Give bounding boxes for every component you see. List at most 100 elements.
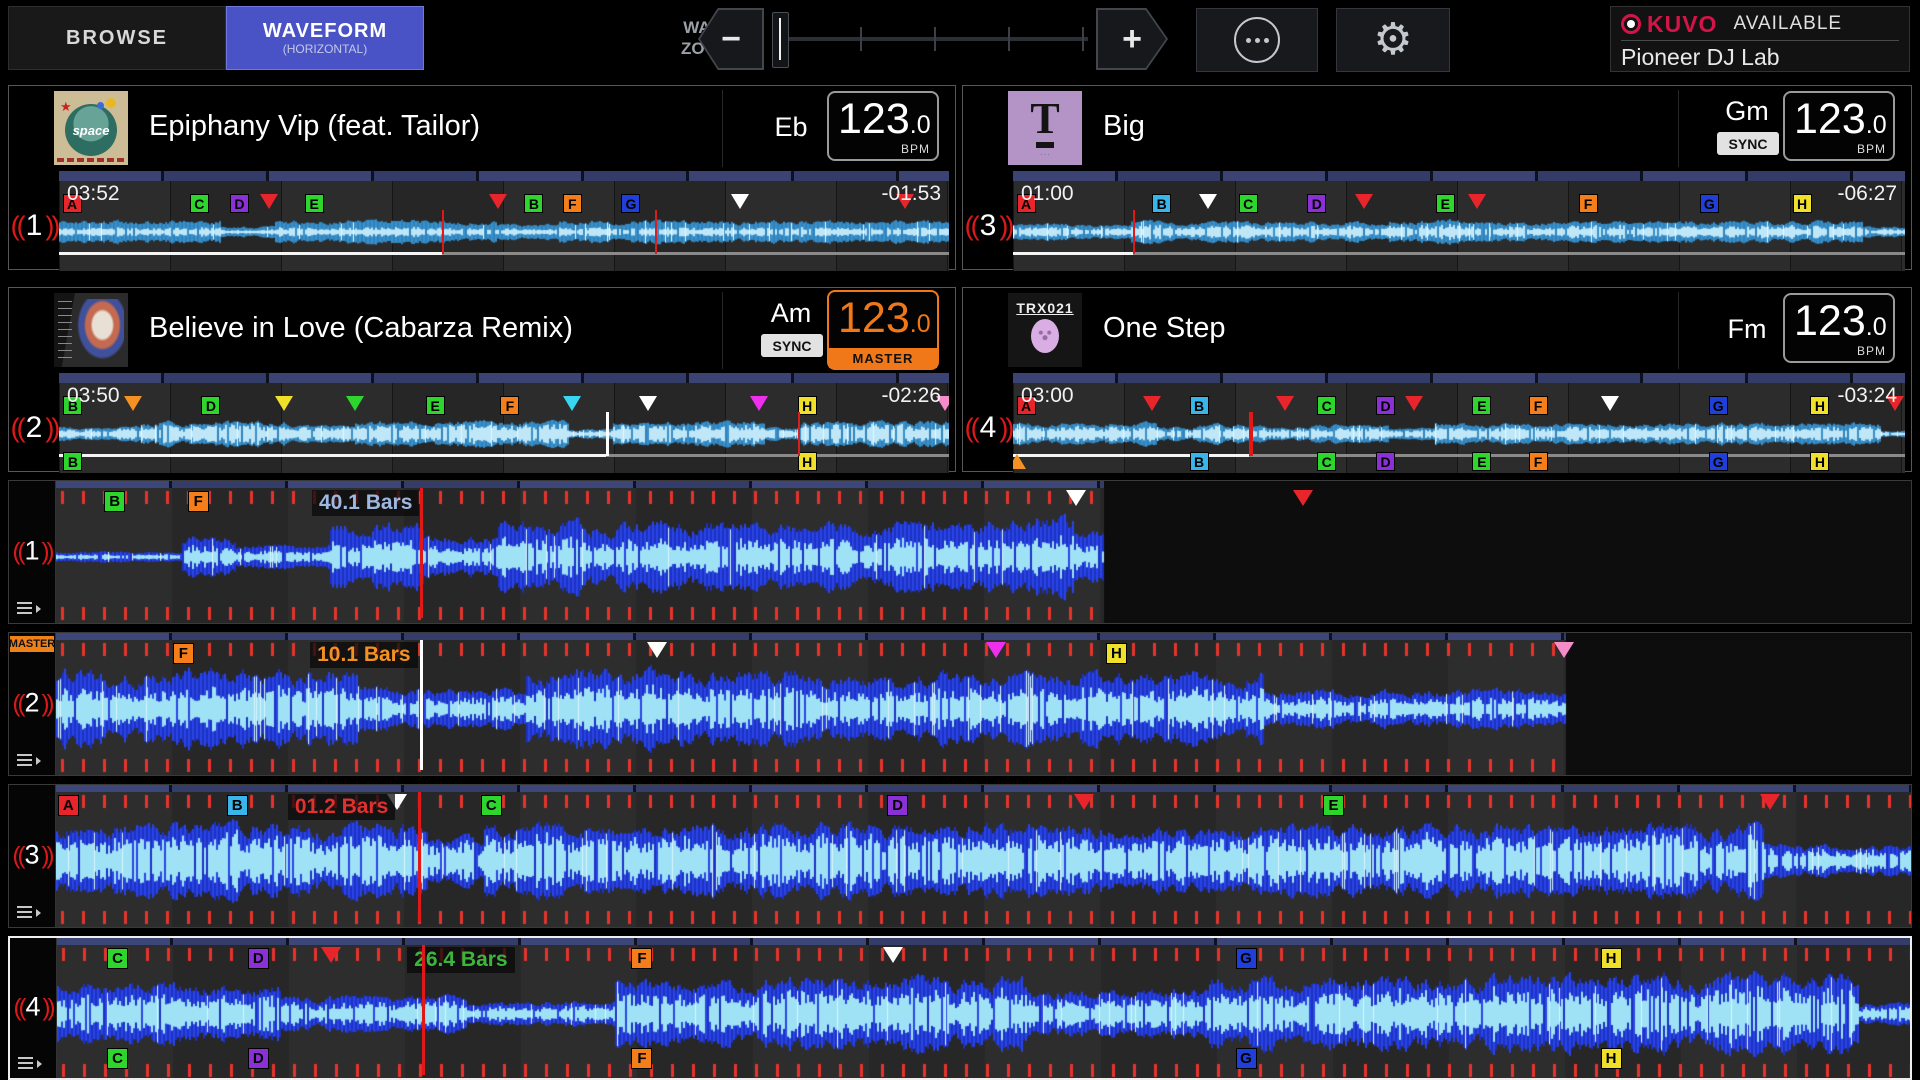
time-elapsed: 01:00: [1021, 182, 1074, 206]
big-waveform-panel-1[interactable]: ((1))BF40.1 Bars: [8, 480, 1912, 624]
deck-on-air-indicator: ((2)): [9, 383, 59, 473]
key-display: Am: [751, 298, 831, 329]
hot-cue-d: D: [1376, 396, 1395, 415]
big-waveform-area[interactable]: FH10.1 Bars: [56, 633, 1911, 775]
phrase-meter: [56, 481, 1104, 488]
hot-cue-b: B: [1190, 396, 1209, 415]
phrase-meter: [1013, 171, 1905, 181]
sync-badge[interactable]: SYNC: [761, 334, 823, 357]
master-badge: MASTER: [10, 636, 54, 652]
hot-cue-h: H: [1810, 396, 1829, 415]
hot-cue-f: F: [563, 194, 582, 213]
bars-counter: 40.1 Bars: [312, 490, 419, 516]
deck-panel-4[interactable]: TRX021One StepFm123.0BPM((4))03:00-03:24…: [962, 287, 1912, 472]
kuvo-panel[interactable]: KUVO AVAILABLE Pioneer DJ Lab: [1610, 6, 1910, 72]
on-air-paren-right: )): [45, 211, 57, 241]
deck-panel-3[interactable]: T· · ·BigGmSYNC123.0BPM ((3))01:00-06:27A…: [962, 85, 1912, 270]
memory-cue-marker: [563, 396, 581, 411]
deck-panel-2[interactable]: Believe in Love (Cabarza Remix)AmSYNC123…: [8, 287, 956, 472]
hot-cue-c: C: [107, 948, 128, 969]
big-waveform-canvas[interactable]: [57, 945, 1910, 1078]
phrase-meter: [59, 171, 949, 181]
tab-browse[interactable]: BROWSE: [8, 6, 226, 70]
deck-header: space★Epiphany Vip (feat. Tailor)Eb123.0…: [9, 86, 955, 171]
track-menu-button[interactable]: [17, 753, 43, 767]
hot-cue-d: D: [887, 795, 908, 816]
waveform-canvas[interactable]: [1013, 214, 1905, 250]
time-remaining: -01:53: [881, 182, 941, 206]
hot-cue-b-bottom: B: [1190, 452, 1209, 471]
big-waveform-deck-column: MASTER((2)): [9, 633, 56, 775]
hamburger-arrow-icon: [37, 1060, 42, 1068]
hot-cue-b: B: [227, 795, 248, 816]
header-divider: [1678, 292, 1679, 369]
phrase-meter: [59, 373, 949, 383]
big-waveform-area[interactable]: CDFGHCDFGH26.4 Bars: [57, 938, 1910, 1078]
wave-zoom-in-button[interactable]: +: [1096, 8, 1168, 70]
deck-panel-1[interactable]: space★Epiphany Vip (feat. Tailor)Eb123.0…: [8, 85, 956, 270]
track-menu-button[interactable]: [17, 601, 43, 615]
deck-number-indicator: ((3)): [9, 839, 55, 870]
big-waveform-panel-3[interactable]: ((3))ABCDE01.2 Bars: [8, 784, 1912, 928]
time-remaining: -02:26: [881, 384, 941, 408]
deck-waveform-body[interactable]: 03:00-03:24ABCDEFGHBCDEFGH: [1013, 383, 1905, 473]
big-waveform-area[interactable]: BF40.1 Bars: [56, 481, 1911, 623]
waveform-canvas[interactable]: [1013, 416, 1905, 452]
deck-number-digit: 3: [24, 839, 39, 869]
memory-cue-marker: [489, 194, 507, 209]
hot-cue-d: D: [1307, 194, 1326, 213]
settings-button[interactable]: ⚙: [1336, 8, 1450, 72]
tab-waveform-sublabel: (HORIZONTAL): [283, 42, 367, 56]
on-air-paren-right: )): [42, 690, 52, 717]
deck-number-digit: 1: [26, 209, 43, 242]
on-air-paren-left: ((: [965, 413, 977, 443]
memory-cue-marker: [1066, 490, 1086, 506]
big-waveform-panel-4[interactable]: ((4))CDFGHCDFGH26.4 Bars: [8, 936, 1912, 1080]
playhead-line: [418, 792, 421, 922]
memory-cue-marker: [1293, 490, 1313, 506]
memory-cue-marker: [986, 642, 1006, 658]
deck-number-digit: 4: [980, 411, 997, 444]
playhead-line: [420, 488, 423, 618]
gear-icon: ⚙: [1373, 18, 1412, 62]
wave-zoom-slider[interactable]: [772, 8, 1088, 70]
track-menu-button[interactable]: [17, 905, 43, 919]
big-waveform-area[interactable]: ABCDE01.2 Bars: [56, 785, 1911, 927]
deck-header: T· · ·BigGmSYNC123.0BPM: [963, 86, 1911, 171]
memory-cue-marker: [1355, 194, 1373, 209]
waveform-canvas[interactable]: [59, 416, 949, 452]
bpm-unit-label: BPM: [1857, 344, 1886, 358]
deck-number-digit: 2: [24, 687, 39, 717]
bpm-unit-label: BPM: [1857, 142, 1886, 156]
deck-on-air-indicator: ((4)): [963, 383, 1013, 473]
bpm-value: 123.0: [838, 95, 931, 144]
deck-on-air-indicator: ((3)): [963, 181, 1013, 271]
playhead-line: [442, 210, 444, 254]
tab-waveform-horizontal[interactable]: WAVEFORM (HORIZONTAL): [226, 6, 424, 70]
key-display: Fm: [1707, 314, 1787, 345]
hot-cue-d-bottom: D: [1376, 452, 1395, 471]
progress-played: [1013, 252, 1133, 255]
key-display: Eb: [751, 112, 831, 143]
memory-cue-marker: [731, 194, 749, 209]
big-waveform-panel-2[interactable]: MASTER((2))FH10.1 Bars: [8, 632, 1912, 776]
loop-in-marker: [1013, 454, 1026, 469]
deck-waveform-body[interactable]: 03:52-01:53ACDEBFG: [59, 181, 949, 271]
track-menu-button[interactable]: [18, 1056, 44, 1070]
slider-handle[interactable]: [772, 12, 789, 68]
more-options-button[interactable]: [1196, 8, 1318, 72]
sync-badge[interactable]: SYNC: [1717, 132, 1779, 155]
hot-cue-c: C: [481, 795, 502, 816]
bpm-value: 123.0: [838, 294, 931, 343]
album-art-label: space: [73, 123, 110, 138]
wave-zoom-out-button[interactable]: −: [698, 8, 764, 70]
on-air-paren-left: ((: [14, 994, 24, 1021]
deck-waveform-body[interactable]: 01:00-06:27ABCDEFGH: [1013, 181, 1905, 271]
album-art: T· · ·: [1008, 91, 1082, 165]
tab-waveform-label: WAVEFORM: [263, 20, 387, 42]
deck-waveform-body[interactable]: 03:50-02:26BDEFHBH: [59, 383, 949, 473]
deck-number-indicator: ((2)): [11, 411, 58, 445]
waveform-canvas[interactable]: [59, 214, 949, 250]
header-divider: [722, 292, 723, 369]
hot-cue-g: G: [1709, 396, 1728, 415]
